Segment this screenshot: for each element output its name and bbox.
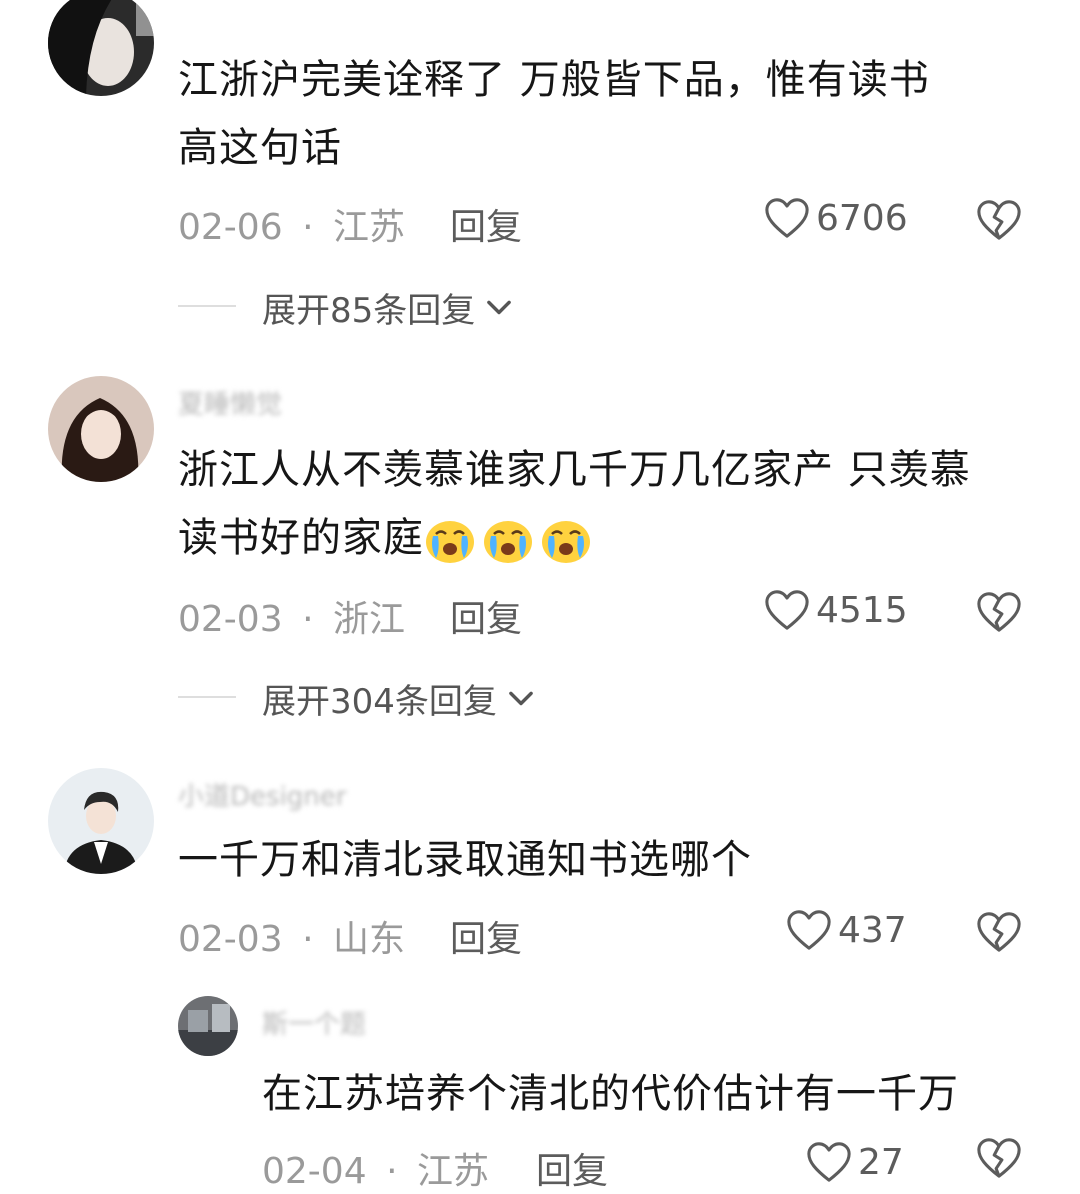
heart-icon xyxy=(764,196,810,240)
crying-face-icon xyxy=(482,516,534,564)
comment-text: 江浙沪完美诠释了 万般皆下品，惟有读书 高这句话 xyxy=(178,57,930,171)
like-count: 437 xyxy=(838,909,907,951)
comment-date: 02-03 xyxy=(178,599,283,640)
avatar[interactable] xyxy=(178,996,238,1056)
meta-separator: · xyxy=(302,919,314,960)
divider xyxy=(178,696,236,698)
meta-separator: · xyxy=(302,599,314,640)
comment-location: 山东 xyxy=(332,919,405,960)
expand-replies-button[interactable]: 展开85条回复 xyxy=(262,283,513,332)
avatar[interactable] xyxy=(48,0,154,96)
broken-heart-icon[interactable] xyxy=(976,590,1022,634)
broken-heart-icon[interactable] xyxy=(976,198,1022,242)
reply-text: 在江苏培养个清北的代价估计有一千万 xyxy=(262,1071,959,1117)
username[interactable]: 小道Designer xyxy=(178,776,346,813)
divider xyxy=(178,305,236,307)
reply-date: 02-04 xyxy=(262,1151,367,1192)
broken-heart-icon[interactable] xyxy=(976,1136,1022,1180)
heart-icon xyxy=(806,1140,852,1184)
comment-meta: 02-03 · 浙江 xyxy=(178,590,405,642)
comment-location: 浙江 xyxy=(332,599,405,640)
heart-icon xyxy=(786,908,832,952)
comment-meta: 02-03 · 山东 xyxy=(178,910,405,962)
like-count: 27 xyxy=(858,1141,904,1183)
expand-replies-button[interactable]: 展开304条回复 xyxy=(262,674,535,723)
heart-icon xyxy=(764,588,810,632)
username[interactable]: 夏睡懒觉 xyxy=(178,384,282,421)
like-button[interactable]: 6706 xyxy=(764,196,908,240)
emoji-group xyxy=(424,515,598,561)
broken-heart-icon[interactable] xyxy=(976,910,1022,954)
chevron-down-icon xyxy=(507,690,535,708)
reply-button[interactable]: 回复 xyxy=(450,590,522,642)
comment-date: 02-03 xyxy=(178,919,283,960)
like-count: 4515 xyxy=(816,589,908,631)
reply-meta: 02-04 · 江苏 xyxy=(262,1142,489,1194)
like-button[interactable]: 27 xyxy=(806,1140,904,1184)
comment-text: 浙江人从不羡慕谁家几千万几亿家产 只羡慕 读书好的家庭 xyxy=(178,436,1058,572)
meta-separator: · xyxy=(302,207,314,248)
like-button[interactable]: 437 xyxy=(786,908,907,952)
chevron-down-icon xyxy=(485,299,513,317)
meta-separator: · xyxy=(386,1151,398,1192)
reply-button[interactable]: 回复 xyxy=(450,910,522,962)
comment-location: 江苏 xyxy=(332,207,405,248)
crying-face-icon xyxy=(424,516,476,564)
avatar[interactable] xyxy=(48,768,154,874)
avatar[interactable] xyxy=(48,376,154,482)
crying-face-icon xyxy=(540,516,592,564)
comment-date: 02-06 xyxy=(178,207,283,248)
comment-text: 一千万和清北录取通知书选哪个 xyxy=(178,837,752,883)
comment-meta: 02-06 · 江苏 xyxy=(178,198,405,250)
username[interactable]: 斯一个题 xyxy=(262,1004,366,1041)
reply-button[interactable]: 回复 xyxy=(536,1142,608,1194)
reply-button[interactable]: 回复 xyxy=(450,198,522,250)
reply-location: 江苏 xyxy=(416,1151,489,1192)
like-button[interactable]: 4515 xyxy=(764,588,908,632)
like-count: 6706 xyxy=(816,197,908,239)
